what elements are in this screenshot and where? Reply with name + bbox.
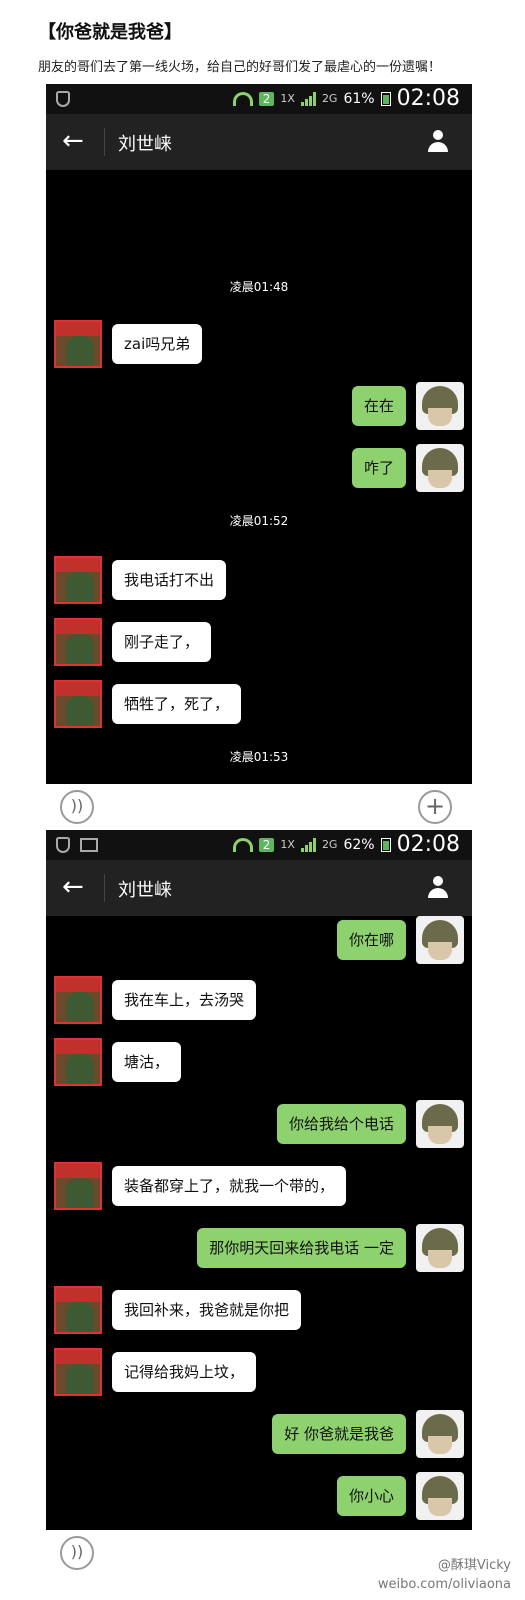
signal-icon xyxy=(300,91,316,106)
contact-avatar[interactable] xyxy=(54,1286,102,1334)
divider xyxy=(104,128,105,156)
outgoing-message[interactable]: 咋了 xyxy=(351,448,406,488)
plus-icon[interactable]: + xyxy=(418,790,452,824)
phone-screen-2: 2 1X 2G 62% 02:08 ← 刘世崃 你在哪我在车上，去汤哭 塘沽， 你给… xyxy=(46,830,472,1530)
outgoing-message[interactable]: 那你明天回来给我电话 一定 xyxy=(197,1228,406,1268)
status-bar: 2 1X 2G 61% 02:08 xyxy=(46,84,472,114)
incoming-message[interactable]: 刚子走了， xyxy=(112,622,212,662)
back-arrow-icon[interactable]: ← xyxy=(62,874,84,900)
signal-icon xyxy=(300,837,316,852)
outgoing-message[interactable]: 你在哪 xyxy=(336,920,406,960)
battery-icon xyxy=(380,837,391,852)
divider xyxy=(104,874,105,902)
sim-badge: 2 xyxy=(258,91,275,106)
contact-avatar[interactable] xyxy=(54,1348,102,1396)
outgoing-message[interactable]: 好 你爸就是我爸 xyxy=(272,1414,406,1454)
post-description: 朋友的哥们去了第一线火场，给自己的好哥们发了最虐心的一份遗嘱！ xyxy=(38,60,442,75)
my-avatar[interactable] xyxy=(416,916,464,964)
my-avatar[interactable] xyxy=(416,1224,464,1272)
clock: 02:08 xyxy=(396,832,460,857)
profile-icon[interactable] xyxy=(426,130,450,154)
message-timestamp: 凌晨01:48 xyxy=(229,280,289,294)
my-avatar[interactable] xyxy=(416,382,464,430)
wifi-icon xyxy=(232,91,253,106)
incoming-message[interactable]: 我回补来，我爸就是你把 xyxy=(112,1290,302,1330)
incoming-message[interactable]: 我电话打不出 xyxy=(112,560,227,600)
message-timestamp: 凌晨01:52 xyxy=(229,514,289,528)
incoming-message[interactable]: 塘沽， xyxy=(112,1042,182,1082)
contact-avatar[interactable] xyxy=(54,1162,102,1210)
contact-avatar[interactable] xyxy=(54,680,102,728)
incoming-message[interactable]: 我在车上，去汤哭 xyxy=(112,980,257,1020)
contact-avatar[interactable] xyxy=(54,1038,102,1086)
input-bar: )) + xyxy=(46,784,472,828)
my-avatar[interactable] xyxy=(416,1410,464,1458)
contact-avatar[interactable] xyxy=(54,618,102,666)
voice-icon[interactable]: )) xyxy=(60,790,94,824)
my-avatar[interactable] xyxy=(416,1472,464,1520)
sim-badge: 2 xyxy=(258,837,275,852)
contact-avatar[interactable] xyxy=(54,320,102,368)
wifi-icon xyxy=(232,837,253,852)
shield-icon xyxy=(56,91,70,107)
network-1x: 1X xyxy=(280,92,295,105)
incoming-message[interactable]: zai吗兄弟 xyxy=(112,324,203,364)
watermark-url: weibo.com/oliviaona xyxy=(377,1577,511,1592)
post-title: 【你爸就是我爸】 xyxy=(38,22,182,43)
incoming-message[interactable]: 装备都穿上了，就我一个带的， xyxy=(112,1166,347,1206)
chat-header: ← 刘世崃 xyxy=(46,114,472,170)
incoming-message[interactable]: 记得给我妈上坟， xyxy=(112,1352,257,1392)
network-2g: 2G xyxy=(321,838,338,851)
voice-icon[interactable]: )) xyxy=(60,1536,94,1570)
outgoing-message[interactable]: 你给我给个电话 xyxy=(276,1104,406,1144)
outgoing-message[interactable]: 你小心 xyxy=(336,1476,406,1516)
message-timestamp: 凌晨01:53 xyxy=(229,750,289,764)
battery-icon xyxy=(380,91,391,106)
contact-name: 刘世崃 xyxy=(118,880,172,901)
watermark-handle: @酥琪Vicky xyxy=(437,1558,511,1573)
outgoing-message[interactable]: 在在 xyxy=(351,386,406,426)
chat-header: ← 刘世崃 xyxy=(46,860,472,916)
my-avatar[interactable] xyxy=(416,444,464,492)
profile-icon[interactable] xyxy=(426,876,450,900)
network-1x: 1X xyxy=(280,838,295,851)
shield-icon xyxy=(56,837,70,853)
my-avatar[interactable] xyxy=(416,1100,464,1148)
image-icon xyxy=(80,838,98,852)
incoming-message[interactable]: 牺牲了，死了， xyxy=(112,684,242,724)
watermark: @酥琪Vicky weibo.com/oliviaona xyxy=(378,1554,511,1592)
battery-percent: 61% xyxy=(343,90,375,107)
battery-percent: 62% xyxy=(343,836,375,853)
clock: 02:08 xyxy=(396,86,460,111)
contact-avatar[interactable] xyxy=(54,976,102,1024)
status-bar: 2 1X 2G 62% 02:08 xyxy=(46,830,472,860)
network-2g: 2G xyxy=(321,92,338,105)
contact-avatar[interactable] xyxy=(54,556,102,604)
contact-name: 刘世崃 xyxy=(118,134,172,155)
back-arrow-icon[interactable]: ← xyxy=(62,128,84,154)
phone-screen-1: 2 1X 2G 61% 02:08 ← 刘世崃 凌晨01:48 zai吗兄弟在在咋… xyxy=(46,84,472,784)
